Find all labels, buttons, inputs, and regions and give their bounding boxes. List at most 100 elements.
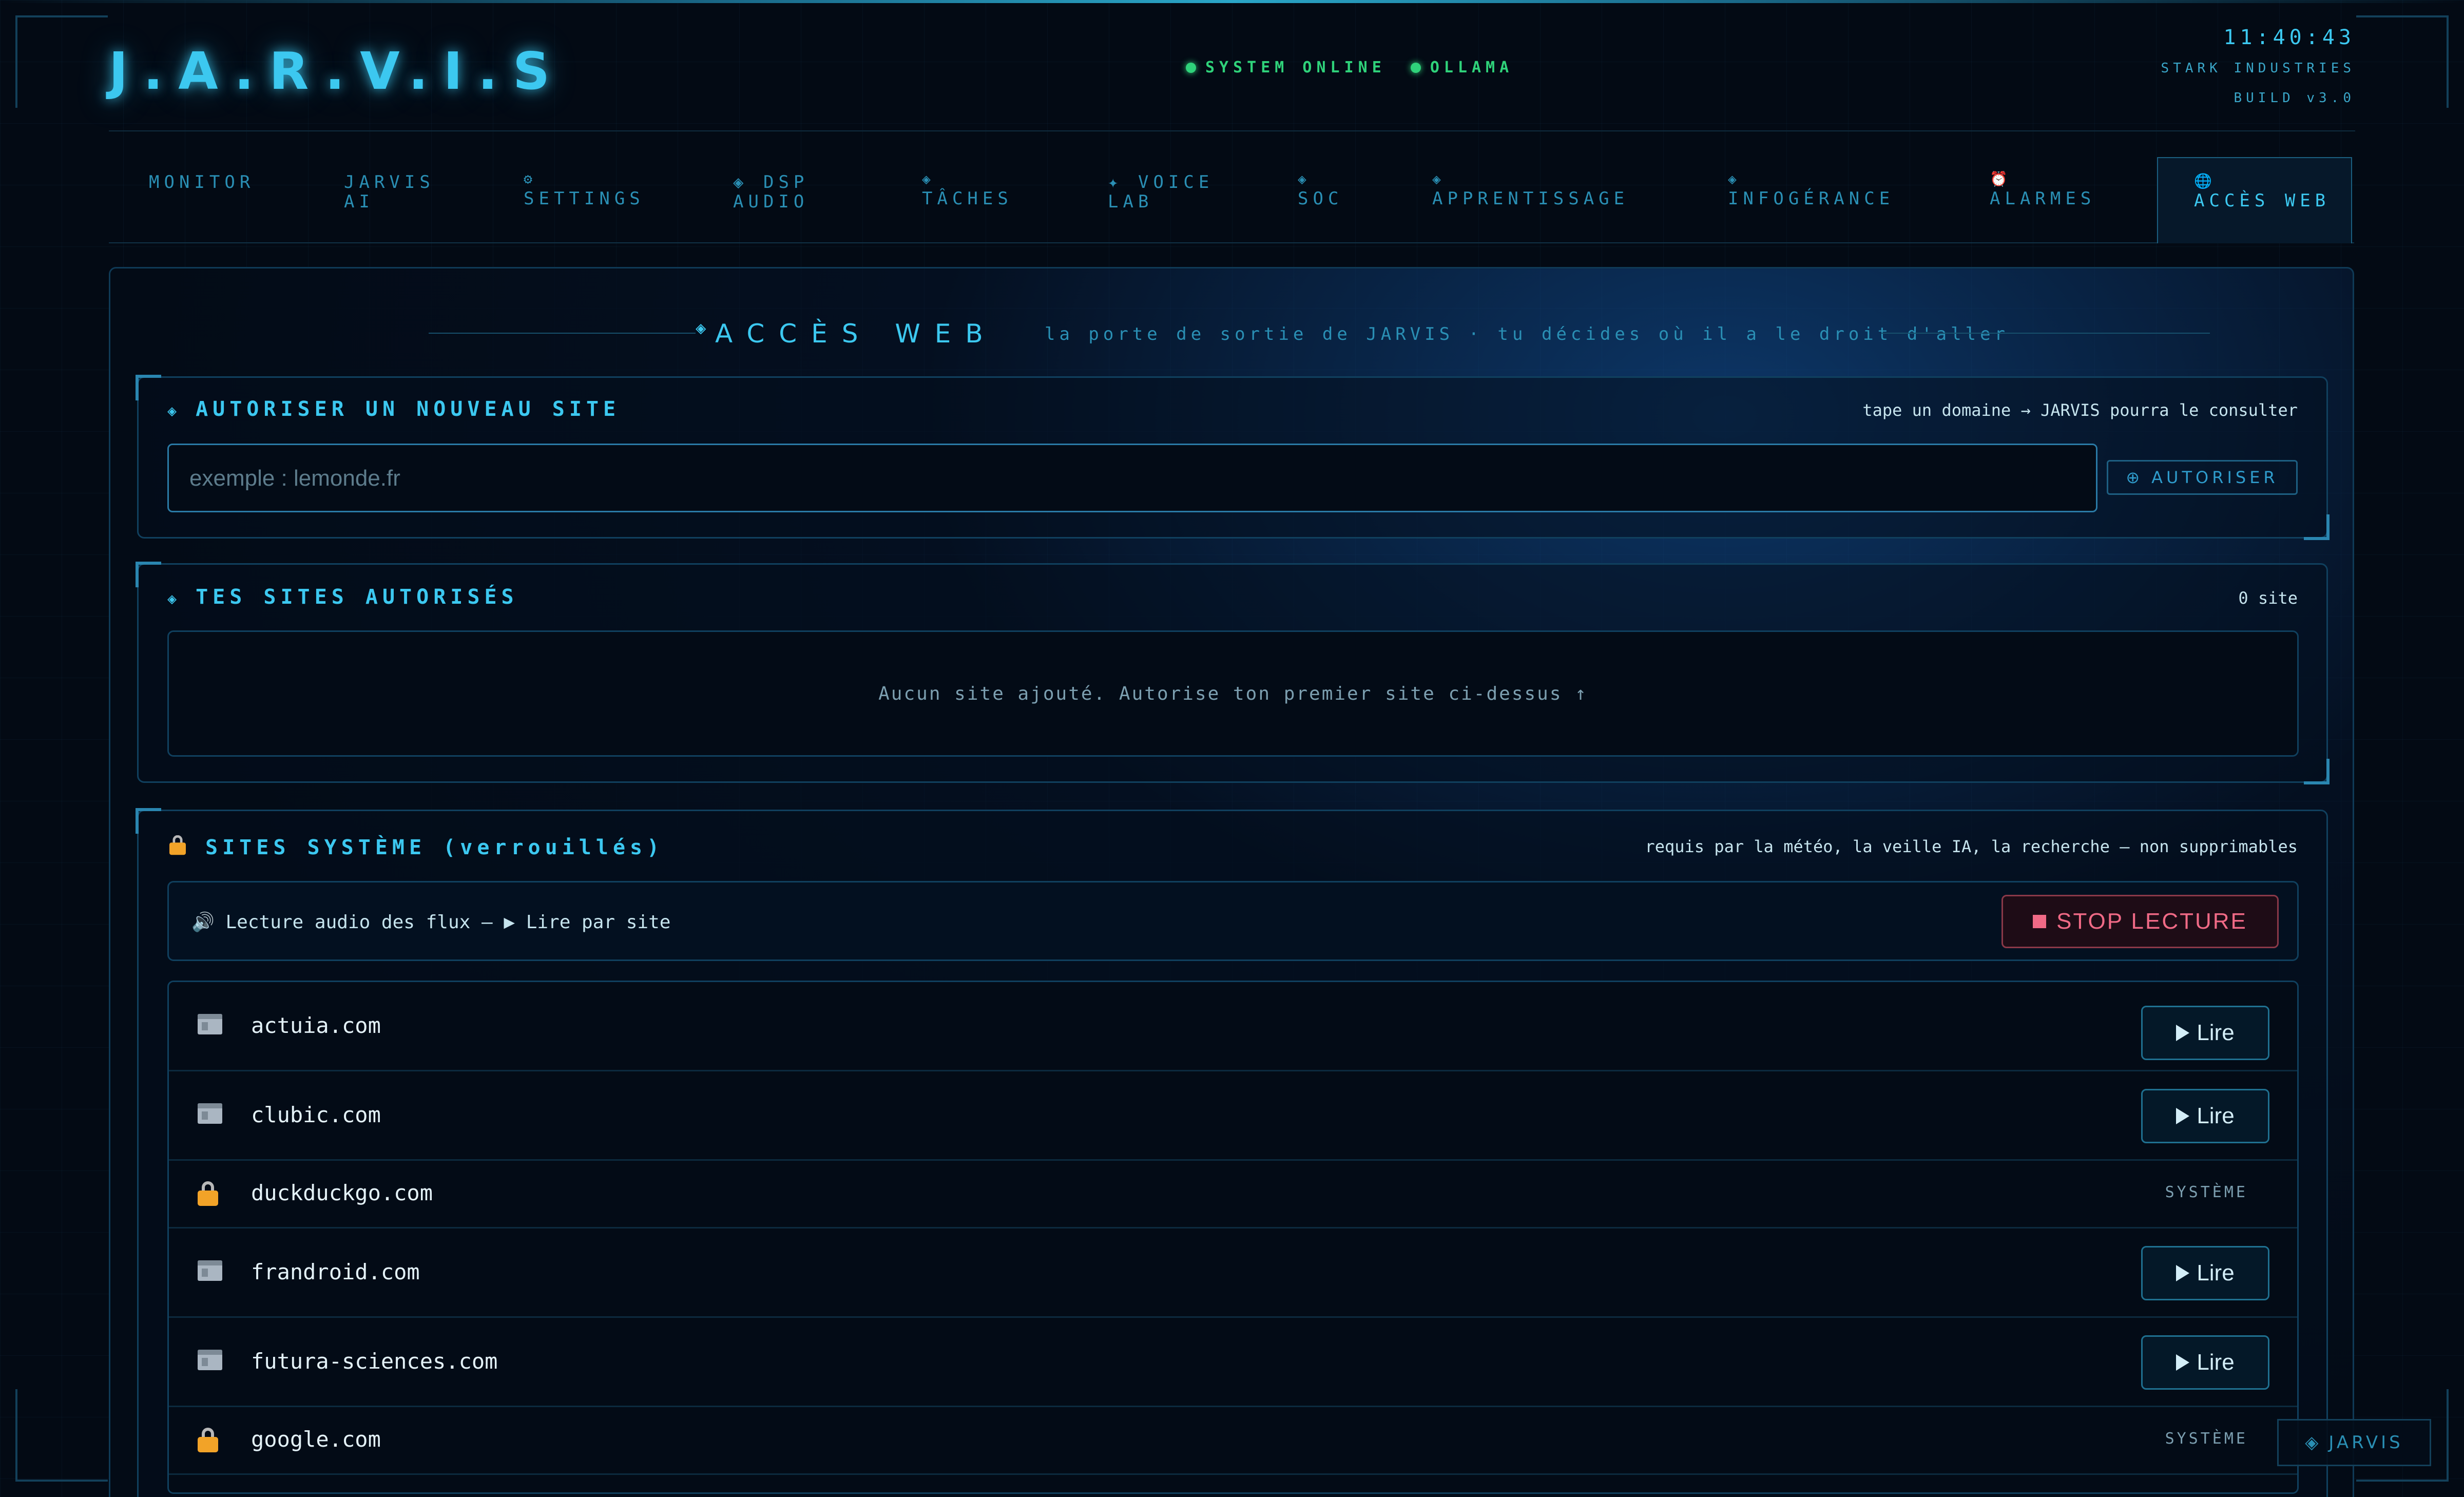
play-icon [2176,1354,2190,1371]
list-item: clubic.com Lire [169,1071,2297,1161]
header-info: 11:40:43 STARK INDUSTRIES BUILD v3.0 [2161,26,2355,106]
tab-label: SETTINGS [524,188,645,209]
app-logo: J.A.R.V.I.S [109,41,565,101]
status-label: SYSTEM ONLINE [1205,59,1386,76]
tab-settings[interactable]: ⚙ SETTINGS [524,169,645,208]
gear-icon: ⚙ [524,170,537,187]
diamond-icon: ◈ [922,170,935,187]
tab-infogerance[interactable]: ◈ INFOGÉRANCE [1728,169,1894,208]
read-button[interactable]: Lire [2141,1335,2269,1390]
diamond-icon: ◈ [2305,1432,2322,1453]
read-button[interactable]: Lire [2141,1006,2269,1060]
tab-label: MONITOR [149,172,255,193]
main-panel: ◈ ACCÈS WEB la porte de sortie de JARVIS… [109,267,2354,1497]
alarm-clock-icon: ⏰ [1990,170,2012,187]
diamond-icon: ◈ [167,590,182,608]
tab-dsp-audio[interactable]: ◈ DSP AUDIO [733,172,851,212]
authorize-site-card: ◈ AUTORISER UN NOUVEAU SITE tape un domai… [136,375,2330,540]
tab-label: ALARMES [1990,188,2096,209]
system-badge: SYSTÈME [2165,1430,2248,1448]
empty-message: Aucun site ajouté. Autorise ton premier … [878,683,1588,704]
plus-circle-icon: ⊕ [2126,468,2144,487]
stop-reading-button[interactable]: STOP LECTURE [2001,895,2279,948]
card-hint: tape un domaine → JARVIS pourra le consu… [1862,400,2298,420]
frame-corner [15,15,108,108]
tab-jarvis-ai[interactable]: JARVIS AI [344,172,457,212]
authorize-button[interactable]: ⊕ AUTORISER [2107,460,2298,495]
site-count: 0 site [2238,588,2298,608]
diamond-icon: ◈ [1728,170,1741,187]
page-header: ◈ ACCÈS WEB la porte de sortie de JARVIS… [110,315,2353,351]
list-item: google.com SYSTÈME [169,1407,2297,1475]
jarvis-floating-badge[interactable]: ◈ JARVIS [2277,1419,2431,1466]
list-item: duckduckgo.com SYSTÈME [169,1161,2297,1229]
header-divider [109,130,2355,131]
card-title: ◈ TES SITES AUTORISÉS [167,585,518,609]
tab-label: VOICE LAB [1108,172,1214,212]
page-icon [198,1350,222,1375]
audio-label: 🔊 Lecture audio des flux — ▶ Lire par si… [191,912,671,933]
system-sites-list: actuia.com Lire clubic.com Lire duckduck… [167,981,2299,1494]
page-title: ACCÈS WEB [715,319,997,349]
site-domain: google.com [251,1427,381,1452]
page-icon [198,1260,222,1286]
lock-icon [169,835,186,855]
empty-state: Aucun site ajouté. Autorise ton premier … [167,630,2299,757]
authorized-sites-card: ◈ TES SITES AUTORISÉS 0 site Aucun site a… [136,562,2330,784]
system-badge: SYSTÈME [2165,1183,2248,1201]
tab-label: SOC [1298,188,1343,209]
status-dot-icon [1410,62,1421,73]
title-rule [1881,333,2210,334]
globe-icon: 🌐 [2194,172,2217,189]
read-button[interactable]: Lire [2141,1089,2269,1143]
card-title: SITES SYSTÈME (verrouillés) [167,833,664,859]
lock-icon [198,1428,218,1457]
site-domain: frandroid.com [251,1259,420,1284]
page-subtitle: la porte de sortie de JARVIS · tu décide… [1045,324,2010,344]
card-title: ◈ AUTORISER UN NOUVEAU SITE [167,397,621,421]
frame-corner [15,1389,108,1482]
site-domain: actuia.com [251,1013,381,1038]
page-icon [198,1014,222,1040]
tab-taches[interactable]: ◈ TÂCHES [922,169,1013,208]
system-sites-card: SITES SYSTÈME (verrouillés) requis par l… [136,808,2328,1497]
diamond-icon: ◈ [733,172,748,193]
domain-input[interactable]: exemple : lemonde.fr [167,444,2097,512]
build-version: BUILD v3.0 [2234,90,2355,106]
page-icon [198,1103,222,1129]
status-indicators: SYSTEM ONLINE OLLAMA [1186,59,1513,76]
tab-voice-lab[interactable]: ✦ VOICE LAB [1108,172,1231,212]
frame-corner [2356,15,2449,108]
top-accent-line [0,0,2464,3]
tab-label: ACCÈS WEB [2194,190,2331,211]
status-system-online: SYSTEM ONLINE [1186,59,1386,76]
tab-label: INFOGÉRANCE [1728,188,1895,209]
read-button[interactable]: Lire [2141,1246,2269,1300]
lock-icon [198,1181,218,1211]
site-domain: futura-sciences.com [251,1349,498,1374]
status-label: OLLAMA [1430,59,1514,76]
sparkle-icon: ✦ [1108,172,1123,193]
company-name: STARK INDUSTRIES [2161,61,2355,76]
play-icon [2176,1108,2190,1124]
site-domain: duckduckgo.com [251,1180,433,1205]
play-icon [2176,1025,2190,1041]
list-item: futura-sciences.com Lire [169,1318,2297,1407]
tab-label: APPRENTISSAGE [1432,188,1629,209]
tab-label: TÂCHES [922,188,1013,209]
tab-alarmes[interactable]: ⏰ ALARMES [1990,169,2095,208]
title-rule [429,333,696,334]
stop-square-icon [2033,915,2047,928]
tab-apprentissage[interactable]: ◈ APPRENTISSAGE [1432,169,1629,208]
tab-monitor[interactable]: MONITOR [149,172,255,192]
tab-acces-web[interactable]: 🌐 ACCÈS WEB [2157,157,2352,243]
status-dot-icon [1186,62,1196,73]
diamond-icon: ◈ [167,402,182,420]
list-item: actuia.com Lire [169,982,2297,1071]
status-ollama: OLLAMA [1410,59,1514,76]
play-icon [2176,1265,2190,1281]
diamond-icon: ◈ [1432,170,1446,187]
tab-soc[interactable]: ◈ SOC [1298,169,1343,208]
diamond-icon: ◈ [696,318,706,338]
site-domain: clubic.com [251,1102,381,1127]
